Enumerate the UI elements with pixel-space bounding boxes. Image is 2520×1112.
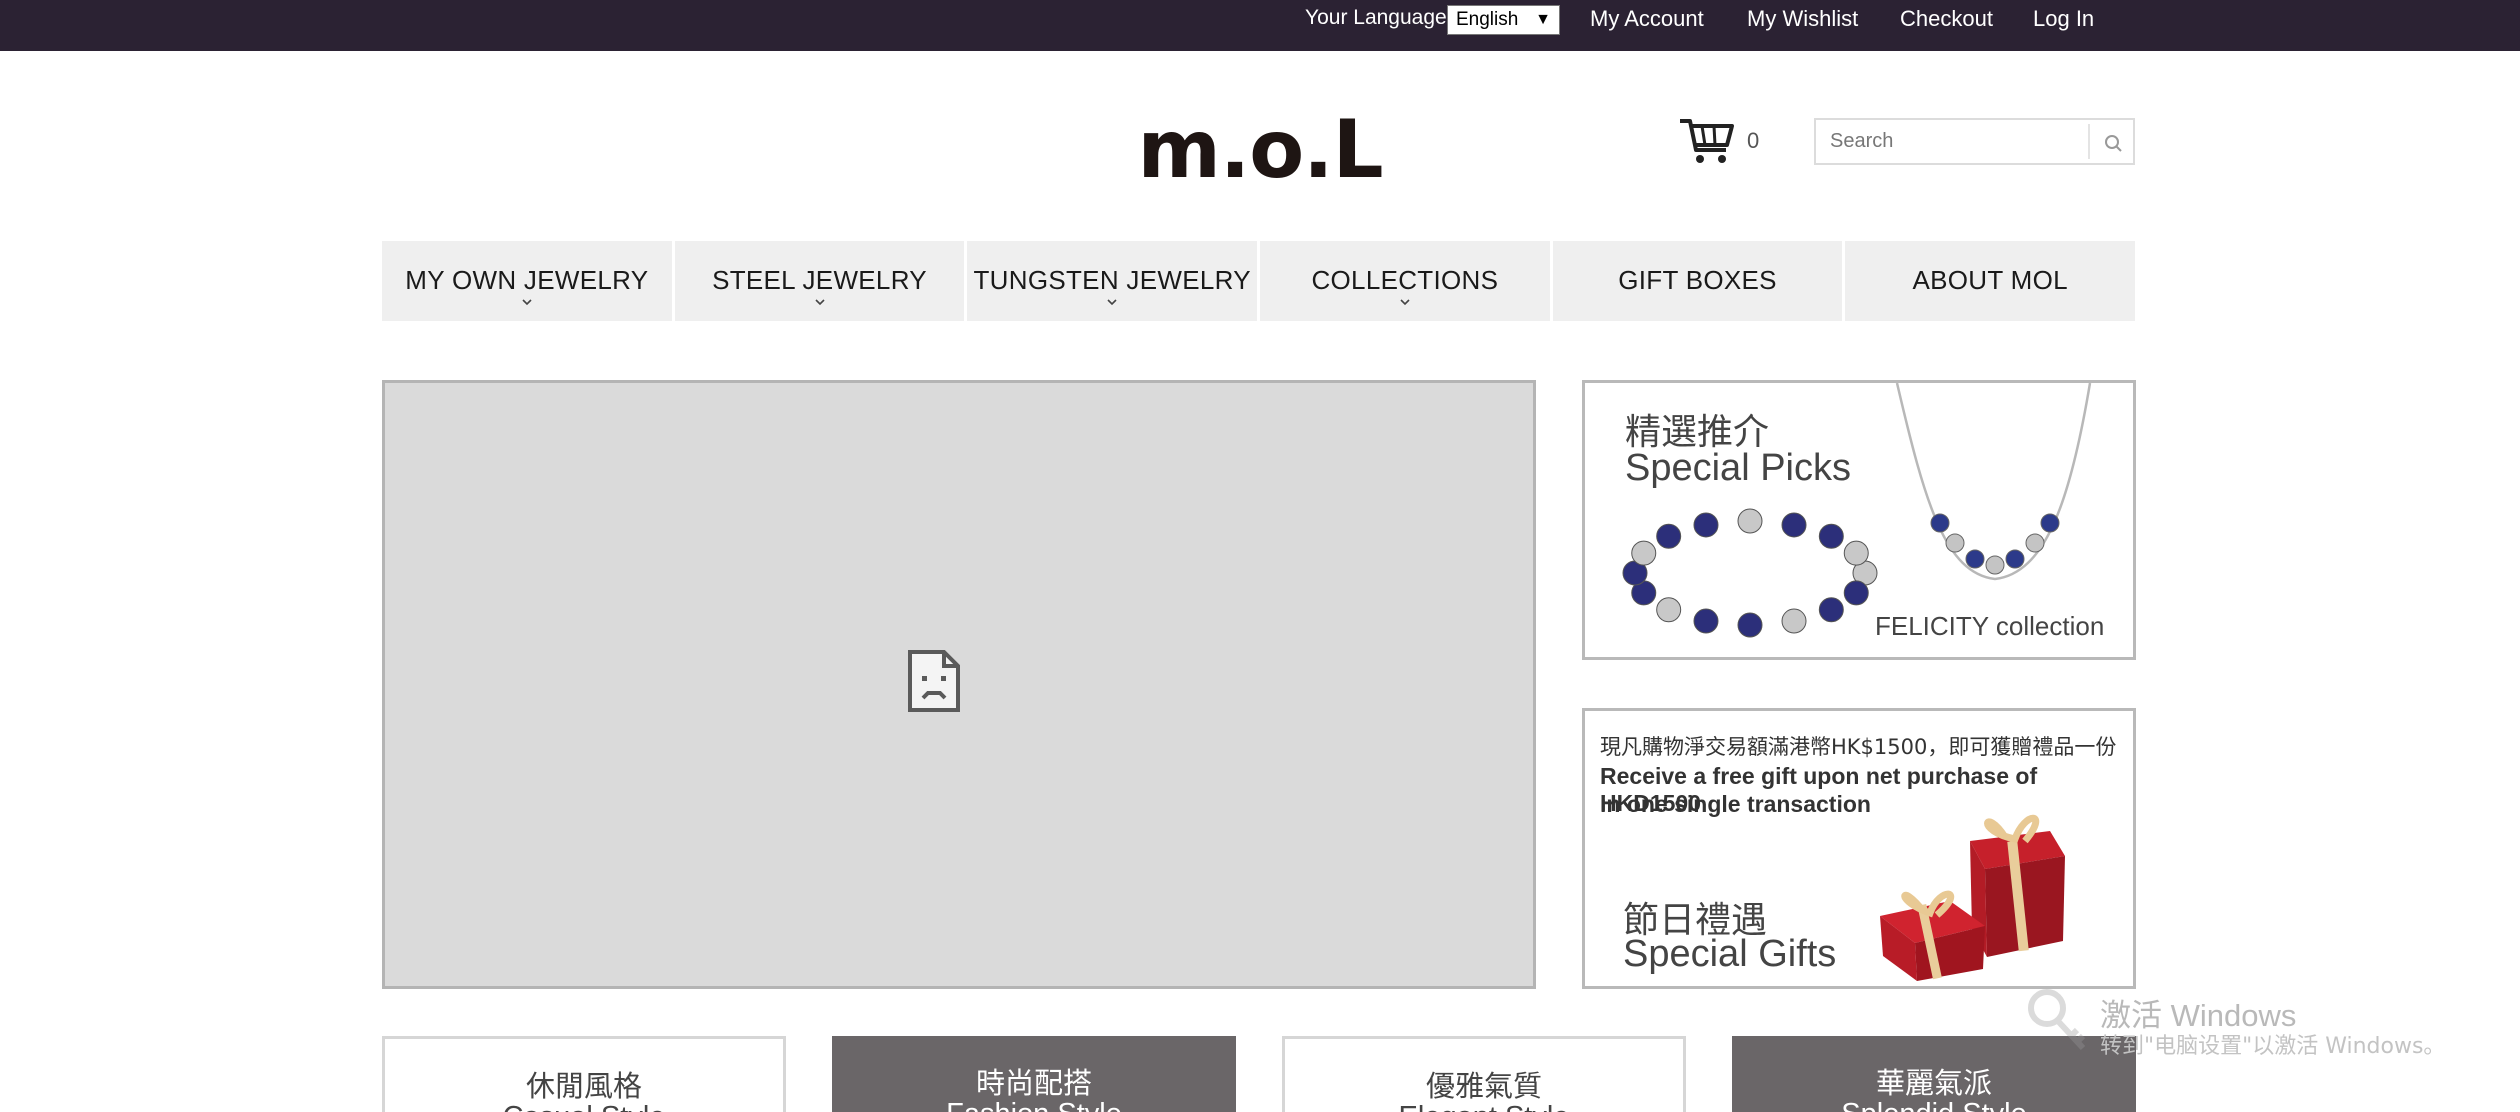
bead: [1818, 523, 1844, 549]
tile-title-cn: 休閒風格: [525, 1069, 642, 1103]
search-box: [1814, 118, 2135, 165]
nav-label: STEEL JEWELRY: [712, 265, 927, 295]
gifts-notice-en-line2: in one single transaction: [1600, 791, 1871, 817]
bead: [1781, 608, 1807, 634]
tile-title-cn: 時尚配搭: [975, 1066, 1092, 1100]
gifts-title-en: Special Gifts: [1623, 933, 1837, 975]
bead: [1656, 597, 1682, 623]
bead: [2025, 533, 2045, 553]
nav-item-steel-jewelry[interactable]: STEEL JEWELRY: [674, 241, 968, 321]
search-icon[interactable]: [2098, 128, 2128, 158]
gift-boxes-image: [1880, 814, 2065, 981]
bead: [1631, 540, 1657, 566]
nav-label: ABOUT MOL: [1912, 265, 2068, 295]
bead: [1656, 523, 1682, 549]
language-select-value: English: [1456, 9, 1519, 30]
nav-item-my-own-jewelry[interactable]: MY OWN JEWELRY: [382, 241, 675, 321]
language-label: Your Language:: [1305, 6, 1453, 29]
bead: [1945, 533, 1965, 553]
bracelet-image: [1622, 508, 1878, 638]
tile-title-en: Fashion Style: [832, 1098, 1236, 1112]
bead: [1693, 608, 1719, 634]
broken-image-icon: [908, 650, 960, 712]
bead: [1843, 580, 1869, 606]
bead: [1781, 512, 1807, 538]
my-wishlist-link[interactable]: My Wishlist: [1747, 6, 1858, 32]
search-input[interactable]: [1816, 120, 2086, 163]
bead: [1843, 540, 1869, 566]
tile-fashion-style[interactable]: 時尚配搭 Fashion Style: [832, 1036, 1236, 1112]
nav-label: MY OWN JEWELRY: [405, 265, 649, 295]
bead: [1818, 597, 1844, 623]
bead: [1930, 513, 1950, 533]
picks-collection-name: FELICITY collection: [1875, 611, 2105, 641]
bead: [1693, 512, 1719, 538]
main-navigation: MY OWN JEWELRY STEEL JEWELRY TUNGSTEN JE…: [382, 241, 2136, 321]
chevron-down-icon: [1107, 299, 1117, 306]
site-logo[interactable]: m.o.L: [1137, 110, 1383, 190]
special-gifts-banner[interactable]: 現凡購物淨交易額滿港幣HK$1500，即可獲贈禮品一份 Receive a fr…: [1582, 708, 2136, 989]
nav-item-collections[interactable]: COLLECTIONS: [1260, 241, 1553, 321]
log-in-link[interactable]: Log In: [2033, 6, 2094, 32]
nav-label: GIFT BOXES: [1618, 265, 1777, 295]
tile-elegant-style[interactable]: 優雅氣質 Elegant Style: [1282, 1036, 1686, 1112]
tile-title-cn: 華麗氣派: [1875, 1066, 1992, 1100]
top-bar: Your Language: English ▼ My Account My W…: [0, 0, 2520, 51]
bead: [1985, 555, 2005, 575]
picks-title-en: Special Picks: [1625, 447, 1851, 489]
chevron-down-icon: [522, 299, 532, 306]
cart-count[interactable]: 0: [1747, 128, 1759, 154]
search-divider: [2088, 124, 2090, 159]
nav-item-about-mol[interactable]: ABOUT MOL: [1845, 241, 2136, 321]
nav-item-gift-boxes[interactable]: GIFT BOXES: [1552, 241, 1846, 321]
tile-title-cn: 優雅氣質: [1425, 1069, 1542, 1103]
necklace-image: [1895, 383, 2092, 581]
bead: [1737, 508, 1763, 534]
bead: [1965, 549, 1985, 569]
tile-title-en: Splendid Style: [1732, 1098, 2136, 1112]
dropdown-arrow-icon: ▼: [1535, 11, 1551, 28]
bead: [2005, 549, 2025, 569]
nav-label: TUNGSTEN JEWELRY: [973, 265, 1251, 295]
language-select[interactable]: English ▼: [1447, 5, 1560, 35]
bead: [2040, 513, 2060, 533]
my-account-link[interactable]: My Account: [1590, 6, 1704, 32]
windows-activation-subtitle: 转到"电脑设置"以激活 Windows。: [2100, 1034, 2446, 1059]
bead: [1737, 612, 1763, 638]
chevron-down-icon: [814, 299, 825, 306]
tile-casual-style[interactable]: 休閒風格 Casual Style: [382, 1036, 786, 1112]
chevron-down-icon: [1400, 299, 1410, 306]
nav-label: COLLECTIONS: [1311, 265, 1499, 295]
key-icon: [2028, 989, 2086, 1051]
gifts-notice-cn: 現凡購物淨交易額滿港幣HK$1500，即可獲贈禮品一份: [1600, 735, 2117, 759]
hero-slider[interactable]: [382, 380, 1536, 989]
shopping-cart-icon[interactable]: [1678, 116, 1736, 166]
special-picks-banner[interactable]: 精選推介 Special Picks FELICITY collection: [1582, 380, 2136, 660]
tile-title-en: Elegant Style: [1285, 1101, 1683, 1112]
nav-item-tungsten-jewelry[interactable]: TUNGSTEN JEWELRY: [967, 241, 1261, 321]
checkout-link[interactable]: Checkout: [1900, 6, 1993, 32]
tile-title-en: Casual Style: [385, 1101, 783, 1112]
